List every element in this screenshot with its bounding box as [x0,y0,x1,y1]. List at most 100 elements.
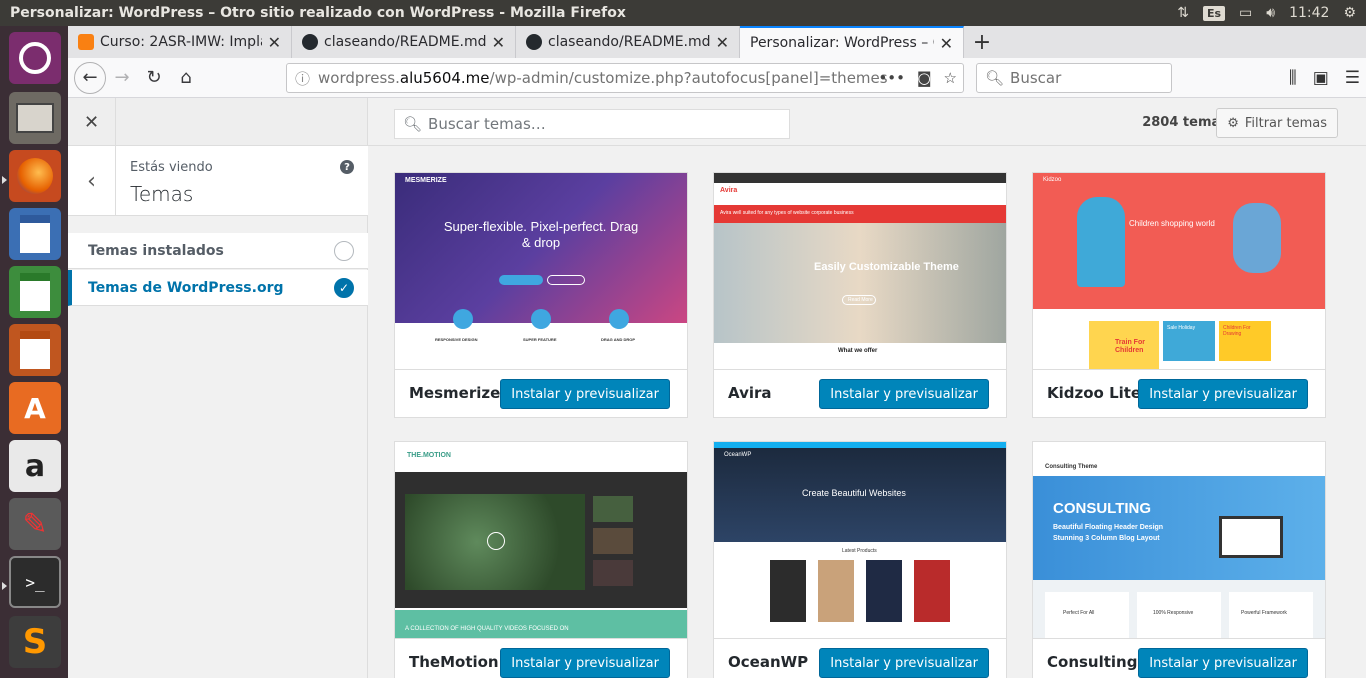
theme-footer: Mesmerize Instalar y previsualizar [395,369,687,417]
install-preview-button[interactable]: Instalar y previsualizar [500,379,670,409]
url-actions: ••• ◙ ☆ [878,69,957,87]
url-subdomain: wordpress. [318,69,400,87]
pocket-icon[interactable]: ◙ [917,69,932,87]
back-button[interactable]: ← [74,61,106,94]
theme-card-themotion-lite[interactable]: THE.MOTION A COLLECTION OF HIGH QUALITY … [394,441,688,678]
themes-browser: 🔍︎ Buscar temas… 2804 temas ⚙ Filtrar te… [368,98,1366,678]
battery-icon[interactable]: ▭ [1239,5,1252,21]
info-icon[interactable]: ⓘ [295,68,310,89]
filter-wordpress-org-themes[interactable]: Temas de WordPress.org ✓ [68,270,368,306]
moodle-favicon-icon [78,34,94,50]
theme-name: Avira [728,384,772,402]
preview-banner: Avira well suited for any types of websi… [720,210,854,216]
install-preview-button[interactable]: Instalar y previsualizar [1138,648,1308,678]
launcher: A a ✎ >_ S [0,26,68,678]
volume-icon[interactable]: 🔊︎ [1266,5,1275,21]
install-preview-button[interactable]: Instalar y previsualizar [500,648,670,678]
filter-installed-themes[interactable]: Temas instalados [68,233,368,269]
preview-feature: RESPONSIVE DESIGN [435,337,478,342]
bookmark-star-icon[interactable]: ☆ [944,69,957,87]
terminal-icon[interactable]: >_ [9,556,61,608]
preview-features: RESPONSIVE DESIGN SUPER FEATURE DRAG AND… [395,309,687,369]
keyboard-layout-indicator[interactable]: Es [1202,5,1226,21]
filter-label: Temas de WordPress.org [88,279,284,296]
help-icon[interactable]: ? [340,160,354,174]
navigation-toolbar: ← → ↻ ⌂ ⓘ wordpress. alu5604.me/wp-admin/… [68,58,1366,98]
gear-icon[interactable]: ⚙ [1343,5,1356,21]
theme-count: 2804 temas [1142,115,1228,130]
back-arrow-icon[interactable]: ‹ [68,146,116,216]
close-icon[interactable]: ✕ [268,33,281,52]
close-icon[interactable]: ✕ [940,34,953,53]
filter-themes-button[interactable]: ⚙ Filtrar temas [1216,108,1338,138]
amazon-icon[interactable]: a [9,440,61,492]
software-center-icon[interactable]: A [9,382,61,434]
theme-footer: Avira Instalar y previsualizar [714,369,1006,417]
page-actions-icon[interactable]: ••• [878,69,905,87]
theme-footer: TheMotion Lite Instalar y previsualizar [395,638,687,678]
install-preview-button[interactable]: Instalar y previsualizar [819,379,989,409]
gear-icon: ⚙ [1227,115,1239,131]
running-indicator [2,176,7,184]
preview-subheadline: Beautiful Floating Header Design [1053,524,1164,531]
install-preview-button[interactable]: Instalar y previsualizar [1138,379,1308,409]
reload-button[interactable]: ↻ [138,62,170,94]
github-favicon-icon [302,34,318,50]
tab-github-readme-1[interactable]: claseando/README.md ✕ [292,26,516,58]
tab-label: claseando/README.md [324,34,486,50]
theme-name: Kidzoo Lite [1047,384,1142,402]
theme-screenshot[interactable]: Kidzoo Children shopping world Train For… [1033,173,1325,369]
writer-icon[interactable] [9,208,61,260]
system-settings-icon[interactable]: ✎ [9,498,61,550]
preview-headline: Create Beautiful Websites [802,488,906,498]
firefox-icon[interactable] [9,150,61,202]
theme-search-input[interactable]: 🔍︎ Buscar temas… [394,109,790,139]
theme-screenshot[interactable]: THE.MOTION A COLLECTION OF HIGH QUALITY … [395,442,687,638]
url-bar[interactable]: ⓘ wordpress. alu5604.me/wp-admin/customiz… [286,63,964,93]
preview-section-title: Latest Products [842,548,877,554]
window-title: Personalizar: WordPress – Otro sitio rea… [10,5,626,21]
filter-label: Temas instalados [88,242,224,259]
theme-card-consulting[interactable]: Consulting Theme CONSULTING Beautiful Fl… [1032,441,1326,678]
theme-screenshot[interactable]: Consulting Theme CONSULTING Beautiful Fl… [1033,442,1325,638]
theme-card-oceanwp[interactable]: OceanWP Create Beautiful Websites Latest… [713,441,1007,678]
theme-card-avira[interactable]: Avira Avira well suited for any types of… [713,172,1007,418]
tab-github-readme-2[interactable]: claseando/README.md ✕ [516,26,740,58]
search-icon: 🔍︎ [985,69,1005,87]
firefox-window: Curso: 2ASR-IMW: Implan ✕ claseando/READ… [68,26,1366,678]
viewing-label: Estás viendo [130,160,213,175]
theme-screenshot[interactable]: Avira Avira well suited for any types of… [714,173,1006,369]
tab-moodle[interactable]: Curso: 2ASR-IMW: Implan ✕ [68,26,292,58]
sublime-text-icon[interactable]: S [9,616,61,668]
theme-card-kidzoo-lite[interactable]: Kidzoo Children shopping world Train For… [1032,172,1326,418]
new-tab-button[interactable]: + [964,26,1000,58]
impress-icon[interactable] [9,324,61,376]
search-bar[interactable]: 🔍︎ Buscar [976,63,1172,93]
theme-screenshot[interactable]: OceanWP Create Beautiful Websites Latest… [714,442,1006,638]
tab-strip: Curso: 2ASR-IMW: Implan ✕ claseando/READ… [68,26,1366,58]
calc-icon[interactable] [9,266,61,318]
theme-card-mesmerize[interactable]: MESMERIZE Super-flexible. Pixel-perfect.… [394,172,688,418]
home-button[interactable]: ⌂ [170,62,202,94]
sidebar-toggle-icon[interactable]: ▣ [1313,68,1329,88]
ubuntu-logo-icon[interactable] [9,32,61,84]
theme-screenshot[interactable]: MESMERIZE Super-flexible. Pixel-perfect.… [395,173,687,369]
forward-button[interactable]: → [106,62,138,94]
preview-card-title: Perfect For All [1063,610,1095,616]
library-icon[interactable]: ⫼ [1289,68,1297,88]
files-icon[interactable] [9,92,61,144]
preview-brand: Kidzoo [1043,177,1062,183]
close-customizer-button[interactable]: ✕ [68,98,116,146]
network-icon[interactable]: ⇅ [1177,5,1189,21]
preview-footer-text: A COLLECTION OF HIGH QUALITY VIDEOS FOCU… [405,626,569,632]
close-icon[interactable]: ✕ [716,33,729,52]
tab-wordpress-customizer[interactable]: Personalizar: WordPress – O ✕ [740,26,964,58]
hamburger-menu-icon[interactable]: ☰ [1345,68,1360,88]
close-icon[interactable]: ✕ [492,33,505,52]
theme-name: Consulting [1047,653,1138,671]
install-preview-button[interactable]: Instalar y previsualizar [819,648,989,678]
preview-card-title: 100% Responsive [1153,610,1194,616]
url-host: alu5604.me [399,69,490,87]
clock[interactable]: 11:42 [1289,5,1329,21]
preview-brand: THE.MOTION [407,452,451,459]
